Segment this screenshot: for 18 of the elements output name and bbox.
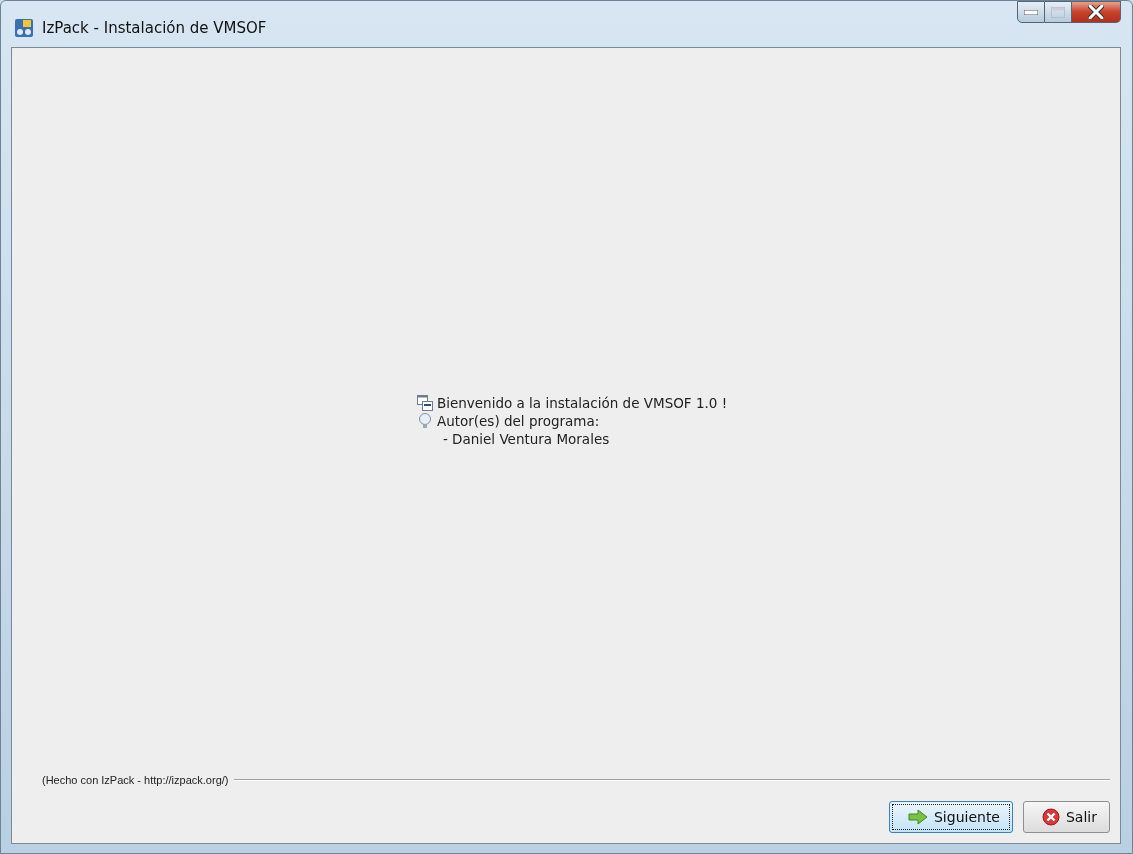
arrow-icon xyxy=(907,809,928,825)
maximize-icon xyxy=(1051,6,1065,18)
lightbulb-icon xyxy=(416,413,433,429)
minimize-icon xyxy=(1024,9,1038,15)
exit-button[interactable]: Salir xyxy=(1023,801,1110,833)
authors-label: Autor(es) del programa: xyxy=(436,413,600,429)
next-button[interactable]: Siguiente xyxy=(888,801,1013,833)
close-button[interactable] xyxy=(1072,1,1121,23)
close-icon xyxy=(1088,5,1104,19)
minimize-button[interactable] xyxy=(1017,1,1045,23)
app-icon xyxy=(14,18,34,38)
window-icon xyxy=(416,395,433,411)
maximize-button[interactable] xyxy=(1045,1,1072,23)
author-name: - Daniel Ventura Morales xyxy=(442,431,610,447)
credit-text: (Hecho con IzPack - http://izpack.org/) xyxy=(42,774,229,786)
window-title: IzPack - Instalación de VMSOF xyxy=(42,19,267,37)
welcome-message: Bienvenido a la instalación de VMSOF 1.0 ! xyxy=(436,395,728,411)
cancel-icon xyxy=(1042,808,1060,826)
